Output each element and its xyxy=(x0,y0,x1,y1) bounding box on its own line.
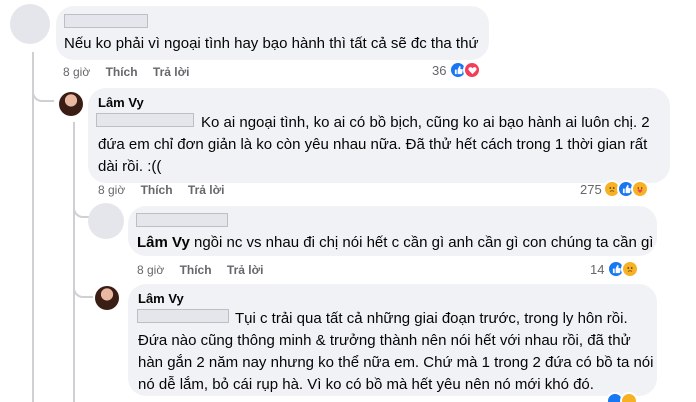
comment-text-line: Tụi c trải qua tất cả những giai đoạn tr… xyxy=(235,310,628,327)
comment-time[interactable]: 8 giờ xyxy=(98,183,125,197)
comment-bubble: Lâm Vy Ko ai ngoại tình, ko ai có bồ bịc… xyxy=(88,88,670,183)
redacted-mention[interactable] xyxy=(137,309,229,323)
comment-text-line: đứa em chỉ đơn giản là ko còn yêu nhau n… xyxy=(98,136,648,153)
comment-time[interactable]: 8 giờ xyxy=(63,65,90,79)
love-icon xyxy=(463,61,481,79)
comment-text-line: Ko ai ngoại tình, ko ai có bồ bịch, cũng… xyxy=(201,114,650,131)
comment-bubble: Lâm Vy ngồi nc vs nhau đi chị nói hết c … xyxy=(128,206,657,256)
avatar[interactable] xyxy=(59,92,83,116)
like-button[interactable]: Thích xyxy=(141,183,173,197)
like-button[interactable]: Thích xyxy=(180,263,212,277)
comment-text-body: ngồi nc vs nhau đi chị nói hết c cần gì … xyxy=(189,234,654,251)
sad-icon xyxy=(621,260,639,278)
thread-branch xyxy=(32,88,54,102)
like-button[interactable]: Thích xyxy=(106,65,138,79)
comment-text-line: hàn gắn 2 năm nay nhưng ko thể nữa em. C… xyxy=(138,354,654,371)
redacted-author-name[interactable] xyxy=(64,14,148,28)
reaction-count[interactable]: 275 xyxy=(580,181,602,199)
comment-actions: 8 giờ Thích Trả lời xyxy=(137,262,263,278)
comment-text-line: Đứa nào cũng thông minh & trưởng thành n… xyxy=(138,332,631,349)
reply-button[interactable]: Trả lời xyxy=(153,65,190,79)
reply-button[interactable]: Trả lời xyxy=(227,263,264,277)
reply-button[interactable]: Trả lời xyxy=(188,183,225,197)
thread-line xyxy=(73,122,75,402)
redacted-author-name[interactable] xyxy=(136,213,228,227)
comment-text: Nếu ko phải vì ngoại tình hay bạo hành t… xyxy=(64,35,479,52)
avatar[interactable] xyxy=(88,203,124,239)
comment-author[interactable]: Lâm Vy xyxy=(98,95,144,111)
mention-link[interactable]: Lâm Vy xyxy=(137,234,190,251)
reaction-count[interactable]: 14 xyxy=(590,261,604,279)
comment-actions: 8 giờ Thích Trả lời xyxy=(63,64,189,80)
comment-text: Lâm Vy ngồi nc vs nhau đi chị nói hết c … xyxy=(137,232,653,253)
avatar[interactable] xyxy=(95,286,119,310)
thread-line xyxy=(32,52,34,402)
comment-text-line: dài rồi. :(( xyxy=(98,158,162,175)
redacted-mention[interactable] xyxy=(96,113,194,127)
comment-text-line: nó dễ lắm, bỏ cái rụp hà. Vì ko có bồ mà… xyxy=(138,376,594,393)
care-icon xyxy=(631,180,649,198)
comment-time[interactable]: 8 giờ xyxy=(137,263,164,277)
comment-author[interactable]: Lâm Vy xyxy=(138,291,184,307)
avatar[interactable] xyxy=(10,4,50,44)
comment-actions: 8 giờ Thích Trả lời xyxy=(98,182,224,198)
thread-branch xyxy=(73,284,93,298)
reaction-count[interactable]: 36 xyxy=(432,62,446,80)
comment-bubble: Nếu ko phải vì ngoại tình hay bạo hành t… xyxy=(56,6,489,60)
comment-bubble: Lâm Vy Tụi c trải qua tất cả những giai … xyxy=(128,284,657,396)
